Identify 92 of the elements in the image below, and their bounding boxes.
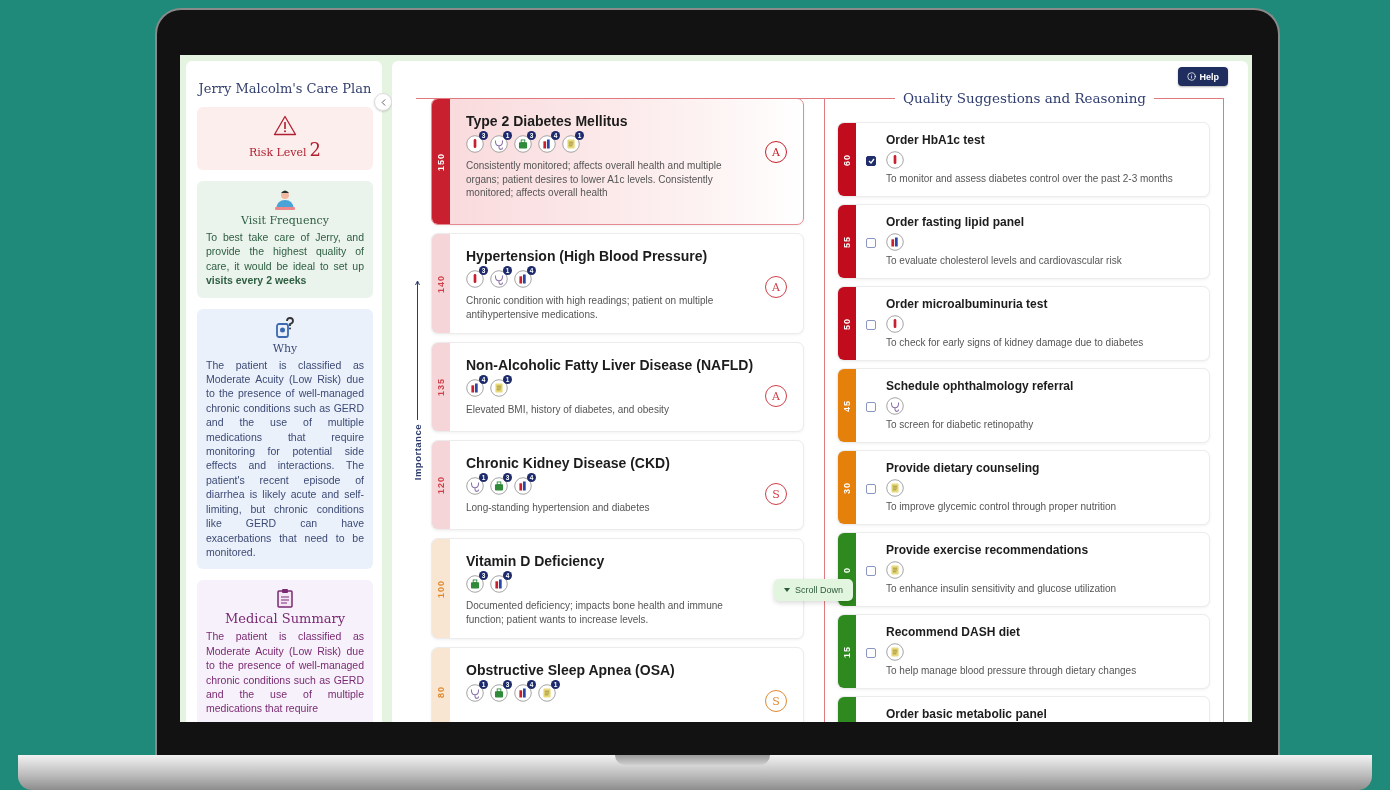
suggestion-description: To evaluate cholesterol levels and cardiovascular risk xyxy=(886,255,1123,266)
vials-icon xyxy=(466,379,484,397)
score-value: 100 xyxy=(436,579,446,598)
caret-down-icon xyxy=(784,588,790,592)
score-value: 55 xyxy=(842,235,852,248)
suggestion-title: Order basic metabolic panel xyxy=(886,707,1048,721)
document-icon xyxy=(490,379,508,397)
test-tube-icon xyxy=(466,270,484,288)
collapse-button[interactable] xyxy=(374,93,392,111)
care-plan-title: Jerry Malcolm's Care Plan xyxy=(197,81,373,96)
vials-icon xyxy=(514,270,532,288)
info-icon xyxy=(1187,72,1197,81)
vials-icon xyxy=(514,684,532,702)
card-text: The patient is classified as Moderate Acuity (Low Risk) due to the presence of well-managed chronic conditions such as GERD and the use of multiple medications that require xyxy=(206,629,364,716)
suggestion-title: Provide dietary counseling xyxy=(886,461,1041,475)
score-value: 120 xyxy=(436,476,446,494)
stethoscope-icon xyxy=(490,270,508,288)
condition-title: Type 2 Diabetes Mellitus xyxy=(466,113,629,129)
checkbox[interactable] xyxy=(866,647,876,658)
condition-title: Obstructive Sleep Apnea (OSA) xyxy=(466,662,676,678)
medicine-bag-icon xyxy=(490,477,508,495)
clipboard-icon xyxy=(277,588,293,609)
stethoscope-icon xyxy=(490,135,508,153)
score-value: 60 xyxy=(842,153,852,166)
card-title: Visit Frequency xyxy=(241,214,329,227)
card-text: To best take care of Jerry, and provide the highest quality of care, it would be ideal to set up visits every 2 weeks xyxy=(206,230,364,288)
condition-description: Documented deficiency; impacts bone health and immune function; patient wants to increase levels. xyxy=(466,599,724,626)
suggestion-title: Order fasting lipid panel xyxy=(886,215,1026,229)
risk-label: Risk Level xyxy=(248,146,307,159)
suggestion-title: Recommend DASH diet xyxy=(886,625,1022,639)
importance-axis: Importance xyxy=(412,280,423,481)
score-value: 0 xyxy=(842,566,852,573)
suggestion-title: Order microalbuminuria test xyxy=(886,297,1049,311)
condition-title: Hypertension (High Blood Pressure) xyxy=(466,248,709,264)
score-value: 15 xyxy=(842,645,852,658)
score-value: 150 xyxy=(436,152,446,171)
person-at-desk-icon xyxy=(273,189,297,211)
document-icon xyxy=(562,135,580,153)
suggestion-description: To monitor and assess diabetes control over the past 2-3 months xyxy=(886,173,1174,184)
checkbox[interactable] xyxy=(866,319,876,330)
checkbox[interactable] xyxy=(866,483,876,494)
help-button[interactable]: Help xyxy=(1178,67,1228,86)
medicine-bag-icon xyxy=(466,575,484,593)
document-icon xyxy=(886,561,904,579)
document-icon xyxy=(538,684,556,702)
suggestion-description: To enhance insulin sensitivity and glucose utilization xyxy=(886,583,1118,594)
scroll-down-button[interactable]: Scroll Down xyxy=(774,579,853,601)
section-title: Quality Suggestions and Reasoning xyxy=(903,90,1146,106)
score-value: 135 xyxy=(436,378,446,396)
condition-description: Long-standing hypertension and diabetes xyxy=(466,501,651,515)
checkbox[interactable] xyxy=(866,401,876,412)
suggestion-description: To screen for diabetic retinopathy xyxy=(886,419,1035,430)
condition-title: Non-Alcoholic Fatty Liver Disease (NAFLD) xyxy=(466,357,755,373)
stethoscope-icon xyxy=(466,477,484,495)
condition-title: Vitamin D Deficiency xyxy=(466,553,606,569)
vials-icon xyxy=(490,575,508,593)
warning-icon xyxy=(273,115,297,136)
card-title: Medical Summary xyxy=(224,611,345,627)
condition-description: Consistently monitored; affects overall health and multiple organs; patient desires to lower A1c levels. Consistently monitored; affects overall health xyxy=(466,159,723,200)
test-tube-icon xyxy=(886,315,904,333)
document-icon xyxy=(886,643,904,661)
suggestion-title: Order HbA1c test xyxy=(886,133,986,147)
card-title: Why xyxy=(272,341,298,355)
test-tube-icon xyxy=(466,135,484,153)
score-value: 30 xyxy=(842,481,852,494)
score-value: 50 xyxy=(842,317,852,330)
score-value: 140 xyxy=(436,274,446,293)
suggestion-description: To check for early signs of kidney damage due to diabetes xyxy=(886,337,1145,348)
suggestion-title: Provide exercise recommendations xyxy=(886,543,1090,557)
checkbox[interactable] xyxy=(866,565,876,576)
document-icon xyxy=(886,479,904,497)
card-text: The patient is classified as Moderate Acuity (Low Risk) due to the presence of well-managed chronic conditions such as GERD and the use of multiple medications that require monitoring for potential side effects and interactions. The patient's recent episode of diarrhea is likely acute and self-limiting, but chronic conditions like GERD can have exacerbations that need to be monitored. xyxy=(206,357,364,560)
suggestion-description: To help manage blood pressure through dietary changes xyxy=(886,665,1138,676)
vials-icon xyxy=(538,135,556,153)
vials-icon xyxy=(886,233,904,251)
vials-icon xyxy=(514,477,532,495)
condition-description: Chronic condition with high readings; patient on multiple antihypertensive medications. xyxy=(466,294,715,321)
medicine-bag-icon xyxy=(514,135,532,153)
stethoscope-icon xyxy=(466,684,484,702)
suggestion-description: To improve glycemic control through proper nutrition xyxy=(886,501,1118,512)
question-mark-icon xyxy=(275,316,295,339)
medicine-bag-icon xyxy=(490,684,508,702)
checkbox[interactable] xyxy=(866,237,876,248)
condition-description: Elevated BMI, history of diabetes, and obesity xyxy=(466,403,670,417)
score-value: 80 xyxy=(436,686,446,698)
risk-value: 2 xyxy=(309,139,322,160)
test-tube-icon xyxy=(886,151,904,169)
condition-title: Chronic Kidney Disease (CKD) xyxy=(466,455,671,471)
suggestion-title: Schedule ophthalmology referral xyxy=(886,379,1075,393)
score-value: 45 xyxy=(842,399,852,412)
checkbox[interactable] xyxy=(866,155,876,166)
stethoscope-icon xyxy=(886,397,904,415)
